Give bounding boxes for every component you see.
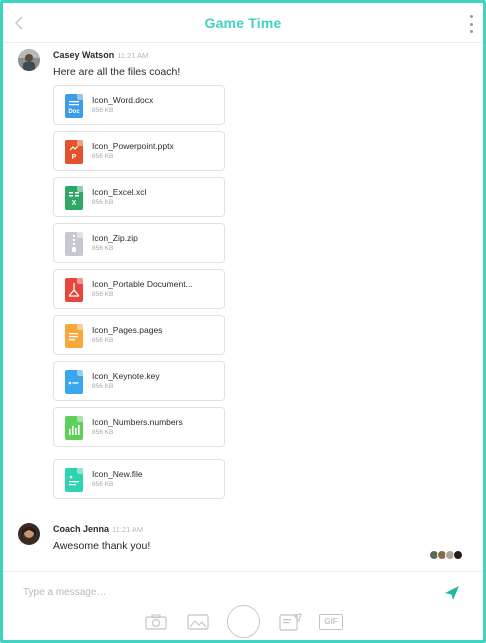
file-size: 856 KB — [92, 429, 114, 436]
more-dot-icon — [469, 30, 473, 33]
more-dot-icon — [469, 22, 473, 26]
message-jenna: Coach Jenna 11:21 AM Awesome thank you! — [18, 523, 468, 553]
message-time: 11:21 AM — [117, 51, 149, 60]
file-size: 856 KB — [92, 107, 114, 114]
file-name: Icon_Numbers.numbers — [92, 417, 183, 427]
file-name: Icon_Keynote.key — [92, 371, 160, 381]
app-frame: Game Time Casey Watson 11:21 AM Here are … — [0, 0, 486, 643]
back-button[interactable] — [11, 13, 27, 33]
word-doc-icon: Doc — [65, 94, 83, 118]
keynote-icon — [65, 370, 83, 394]
file-name: Icon_Pages.pages — [92, 325, 163, 335]
message-time: 11:21 AM — [112, 525, 144, 534]
sender-name: Coach Jenna — [53, 524, 110, 534]
avatar[interactable] — [18, 49, 40, 71]
send-button[interactable] — [443, 584, 461, 602]
camera-button[interactable] — [145, 614, 167, 635]
file-attachment[interactable]: Icon_Zip.zip 856 KB — [53, 223, 225, 263]
message-text: Awesome thank you! — [53, 540, 151, 552]
chevron-left-icon — [15, 16, 23, 30]
sticker-icon — [279, 613, 302, 631]
file-attachment[interactable]: Icon_Pages.pages 856 KB — [53, 315, 225, 355]
message-text: Here are all the files coach! — [53, 66, 181, 78]
file-name: Icon_Powerpoint.pptx — [92, 141, 174, 151]
gif-button[interactable]: GIF — [319, 614, 343, 630]
excel-icon: X — [65, 186, 83, 210]
file-attachment[interactable]: X Icon_Excel.xcl 856 KB — [53, 177, 225, 217]
zip-icon — [65, 232, 83, 256]
sender-name: Casey Watson — [53, 50, 115, 60]
file-name: Icon_Excel.xcl — [92, 187, 147, 197]
file-name: Icon_Word.docx — [92, 95, 154, 105]
image-button[interactable] — [187, 614, 209, 635]
file-name: Icon_Portable Document... — [92, 279, 193, 289]
message-composer: GIF — [3, 571, 483, 640]
more-dot-icon — [469, 15, 473, 18]
file-name: Icon_New.file — [92, 469, 143, 479]
file-size: 856 KB — [92, 245, 114, 252]
message-input[interactable] — [23, 584, 423, 600]
image-icon — [187, 614, 209, 630]
new-file-icon — [65, 468, 83, 492]
shutter-button[interactable] — [227, 605, 260, 638]
pdf-icon — [65, 278, 83, 302]
gif-label: GIF — [324, 617, 338, 626]
file-attachment[interactable]: Doc Icon_Word.docx 856 KB — [53, 85, 225, 125]
message-header: Casey Watson 11:21 AM — [53, 50, 148, 60]
sticker-button[interactable] — [279, 613, 303, 636]
avatar — [453, 550, 463, 560]
avatar[interactable] — [18, 523, 40, 545]
file-size: 856 KB — [92, 383, 114, 390]
file-name: Icon_Zip.zip — [92, 233, 138, 243]
chat-title: Game Time — [204, 14, 282, 31]
file-size: 856 KB — [92, 337, 114, 344]
numbers-icon — [65, 416, 83, 440]
file-attachment[interactable]: P Icon_Powerpoint.pptx 856 KB — [53, 131, 225, 171]
camera-icon — [145, 614, 167, 630]
file-attachment[interactable]: Icon_Numbers.numbers 856 KB — [53, 407, 225, 447]
file-attachment[interactable]: Icon_Portable Document... 856 KB — [53, 269, 225, 309]
powerpoint-icon: P — [65, 140, 83, 164]
file-size: 856 KB — [92, 291, 114, 298]
message-header: Coach Jenna 11:21 AM — [53, 524, 143, 534]
more-options-button[interactable] — [467, 15, 475, 33]
read-receipts — [429, 549, 463, 561]
file-attachment[interactable]: Icon_New.file 856 KB — [53, 459, 225, 499]
file-attachment[interactable]: Icon_Keynote.key 856 KB — [53, 361, 225, 401]
pages-icon — [65, 324, 83, 348]
file-size: 856 KB — [92, 153, 114, 160]
composer-toolbar: GIF — [3, 605, 483, 640]
file-size: 856 KB — [92, 199, 114, 206]
send-icon — [445, 586, 459, 600]
chat-header: Game Time — [3, 3, 483, 43]
file-size: 856 KB — [92, 481, 114, 488]
